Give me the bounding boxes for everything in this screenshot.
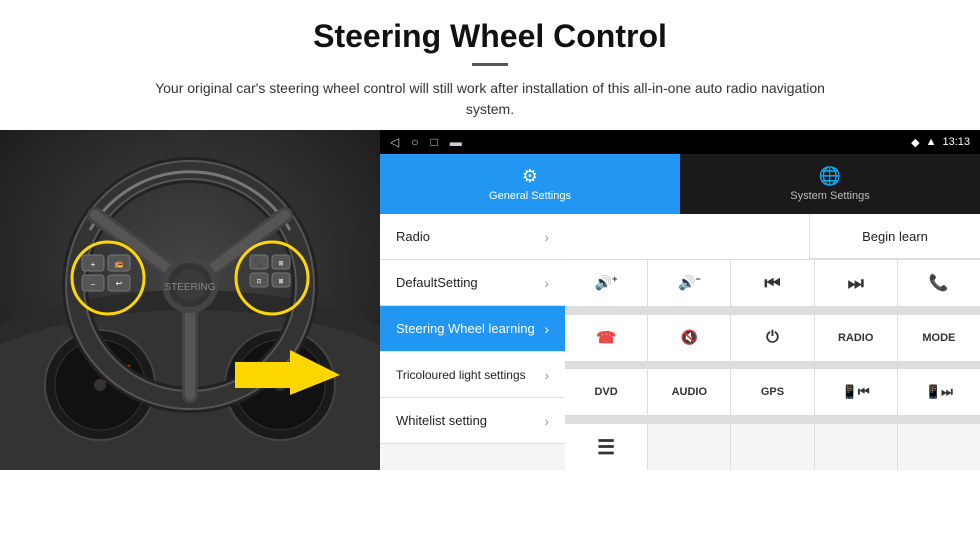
tab-general-label: General Settings <box>489 190 571 202</box>
chevron-icon: › <box>544 275 549 291</box>
tab-general-settings[interactable]: ⚙ General Settings <box>380 154 680 214</box>
menu-lines-icon: ☰ <box>597 435 615 460</box>
menu-item-whitelist[interactable]: Whitelist setting › <box>380 398 565 444</box>
empty-cell-1 <box>648 424 730 470</box>
vol-up-button[interactable]: 🔊+ <box>565 260 647 306</box>
src-prev-icon: 📱⏮ <box>842 384 870 400</box>
menu-default-label: DefaultSetting <box>396 275 478 290</box>
status-right: ◆ ▲ 13:13 <box>911 136 970 149</box>
wifi-status-icon: ▲ <box>926 136 937 148</box>
src-next-button[interactable]: 📱⏭ <box>898 369 980 415</box>
empty-space <box>565 214 810 259</box>
vol-up-icon: 🔊+ <box>595 274 618 292</box>
tab-bar: ⚙ General Settings 🌐 System Settings <box>380 154 980 214</box>
empty-cell-2 <box>731 424 813 470</box>
begin-learn-button[interactable]: Begin learn <box>810 214 980 259</box>
prev-track-button[interactable]: ⏮ <box>731 260 813 306</box>
svg-text:↩: ↩ <box>116 279 123 288</box>
chevron-icon: › <box>544 321 549 337</box>
svg-text:STEERING: STEERING <box>164 282 215 293</box>
menu-item-radio[interactable]: Radio › <box>380 214 565 260</box>
menu-item-steering-wheel[interactable]: Steering Wheel learning › <box>380 306 565 352</box>
back-icon[interactable]: ◁ <box>390 135 399 149</box>
android-body: Radio › DefaultSetting › Steering Wheel … <box>380 214 980 470</box>
radio-label: RADIO <box>838 332 873 344</box>
vol-down-icon: 🔊− <box>678 274 701 292</box>
gps-status-icon: ◆ <box>911 136 919 149</box>
chevron-icon: › <box>544 413 549 429</box>
dvd-button[interactable]: DVD <box>565 369 647 415</box>
menu-whitelist-label: Whitelist setting <box>396 413 487 428</box>
recent-icon[interactable]: □ <box>430 135 437 149</box>
mute-icon: 🔇 <box>681 329 698 346</box>
gps-label: GPS <box>761 386 784 398</box>
svg-text:−: − <box>91 280 96 289</box>
mode-button[interactable]: MODE <box>898 315 980 361</box>
screenshot-icon[interactable]: ▬ <box>450 135 462 149</box>
steering-wheel-image: STEERING + − 📻 ↩ 📞 ⊞ ⊡ <box>0 130 380 470</box>
power-button[interactable]: ⏻ <box>731 315 813 361</box>
android-ui: ◁ ○ □ ▬ ◆ ▲ 13:13 ⚙ General Settings <box>380 130 980 470</box>
menu-column: Radio › DefaultSetting › Steering Wheel … <box>380 214 565 470</box>
bottom-row: ☰ <box>565 423 980 470</box>
header-section: Steering Wheel Control Your original car… <box>0 0 980 130</box>
status-bar: ◁ ○ □ ▬ ◆ ▲ 13:13 <box>380 130 980 154</box>
menu-item-default-setting[interactable]: DefaultSetting › <box>380 260 565 306</box>
vol-down-button[interactable]: 🔊− <box>648 260 730 306</box>
svg-text:⊞: ⊞ <box>278 261 283 267</box>
tab-system-label: System Settings <box>790 190 869 202</box>
next-track-button[interactable]: ⏭ <box>815 260 897 306</box>
status-icons-left: ◁ ○ □ ▬ <box>390 135 462 149</box>
hang-up-icon: ☎ <box>596 328 616 348</box>
audio-label: AUDIO <box>672 386 707 398</box>
mute-button[interactable]: 🔇 <box>648 315 730 361</box>
svg-text:📻: 📻 <box>115 260 124 268</box>
tab-system-settings[interactable]: 🌐 System Settings <box>680 154 980 214</box>
main-area: STEERING + − 📻 ↩ 📞 ⊞ ⊡ <box>0 130 980 470</box>
chevron-icon: › <box>544 367 549 383</box>
empty-cell-4 <box>898 424 980 470</box>
gps-button[interactable]: GPS <box>731 369 813 415</box>
page-wrapper: Steering Wheel Control Your original car… <box>0 0 980 549</box>
menu-steering-label: Steering Wheel learning <box>396 321 535 336</box>
menu-tricoloured-label: Tricoloured light settings <box>396 368 526 382</box>
call-button[interactable]: 📞 <box>898 260 980 306</box>
audio-button[interactable]: AUDIO <box>648 369 730 415</box>
src-next-icon: 📱⏭ <box>925 384 953 400</box>
menu-radio-label: Radio <box>396 229 430 244</box>
dvd-label: DVD <box>594 386 617 398</box>
svg-text:⊡: ⊡ <box>256 279 261 285</box>
page-title: Steering Wheel Control <box>60 18 920 55</box>
prev-track-icon: ⏮ <box>764 273 780 294</box>
src-prev-button[interactable]: 📱⏮ <box>815 369 897 415</box>
empty-cell-3 <box>815 424 897 470</box>
mode-label: MODE <box>922 332 955 344</box>
next-track-icon: ⏭ <box>848 273 864 294</box>
power-icon: ⏻ <box>766 329 779 347</box>
chevron-icon: › <box>544 229 549 245</box>
menu-item-tricoloured[interactable]: Tricoloured light settings › <box>380 352 565 398</box>
controls-column: Begin learn 🔊+ 🔊− ⏮ <box>565 214 980 470</box>
subtitle: Your original car's steering wheel contr… <box>140 78 840 120</box>
menu-icon-button[interactable]: ☰ <box>565 424 647 470</box>
clock: 13:13 <box>942 136 970 148</box>
home-icon[interactable]: ○ <box>411 135 418 149</box>
steering-wheel-svg: STEERING + − 📻 ↩ 📞 ⊞ ⊡ <box>0 130 380 470</box>
title-divider <box>472 63 508 66</box>
svg-text:⊠: ⊠ <box>278 279 283 285</box>
radio-button[interactable]: RADIO <box>815 315 897 361</box>
gear-tab-icon: ⚙ <box>522 166 538 187</box>
globe-tab-icon: 🌐 <box>819 166 841 187</box>
svg-text:📞: 📞 <box>255 258 264 267</box>
call-icon: 📞 <box>929 273 949 293</box>
hang-up-button[interactable]: ☎ <box>565 315 647 361</box>
controls-top-row: Begin learn <box>565 214 980 260</box>
svg-text:+: + <box>91 260 96 269</box>
controls-grid: 🔊+ 🔊− ⏮ ⏭ 📞 <box>565 260 980 423</box>
